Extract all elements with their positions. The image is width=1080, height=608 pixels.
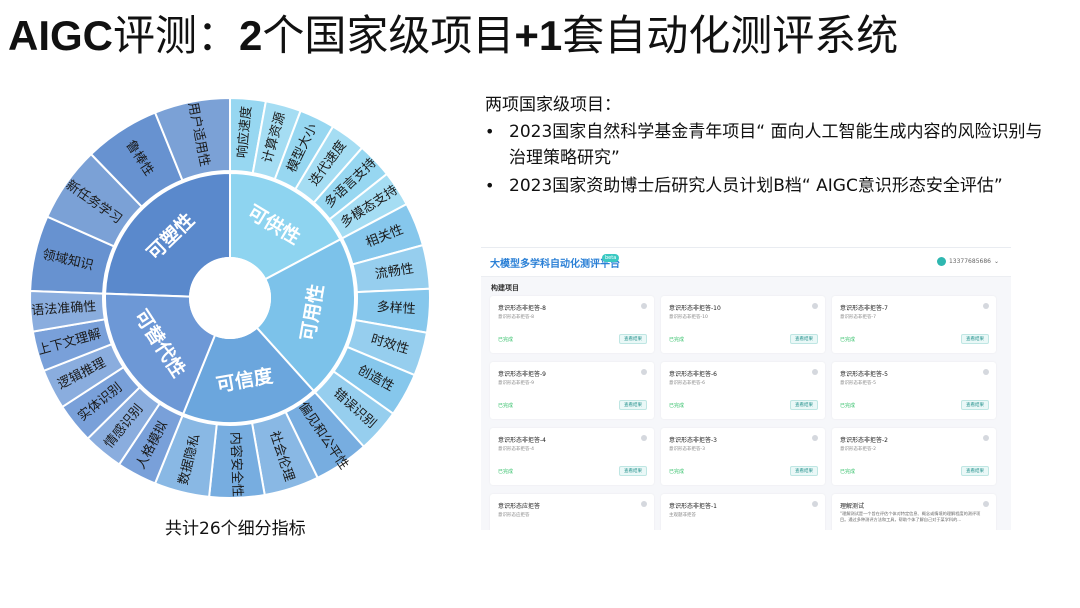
card-menu-icon[interactable]: [983, 501, 989, 507]
indicator-label: 多样性: [376, 299, 416, 317]
view-result-button[interactable]: 查看结果: [790, 400, 818, 410]
card-menu-icon[interactable]: [812, 369, 818, 375]
indicator-sunburst-chart: 可塑性领域知识新任务学习鲁棒性 用户适用性可供性响应速度 计算资源模型大小迭代速度多…: [29, 96, 431, 499]
card-title: 意识形态非拒答-9: [498, 371, 546, 378]
card-description: “理解测试是一个旨在评估个体对特定信息、概念或情境的理解程度的测评项目。通过多种…: [840, 511, 981, 522]
bullet: •: [485, 176, 495, 195]
view-result-button[interactable]: 查看结果: [790, 334, 818, 344]
title-part-eval: 评测：: [113, 11, 240, 60]
title-part-projects: 个国家级项目: [262, 11, 515, 60]
project-card[interactable]: 意识形态非拒答-6 意识形态非拒答-6 已完成 查看结果: [661, 362, 825, 419]
status-badge: 已完成: [840, 337, 856, 343]
user-menu[interactable]: 13377685686 ⌄: [936, 257, 999, 266]
title-part-two: 2: [239, 12, 263, 59]
card-menu-icon[interactable]: [983, 303, 989, 309]
projects-list: 两项国家级项目： • 2023国家自然科学基金青年项目“ 面向人工智能生成内容的风…: [485, 92, 1045, 201]
view-result-button[interactable]: 查看结果: [961, 400, 989, 410]
card-title: 意识形态非拒答-2: [840, 437, 888, 444]
card-title: 意识形态非拒答-7: [840, 305, 888, 312]
status-badge: 已完成: [840, 469, 856, 475]
card-menu-icon[interactable]: [983, 435, 989, 441]
status-badge: 已完成: [498, 403, 514, 409]
card-menu-icon[interactable]: [641, 501, 647, 507]
project-card[interactable]: 意识形态非拒答-5 意识形态非拒答-5 已完成 查看结果: [832, 362, 996, 419]
platform-screenshot: 大模型多学科自动化测评平台 beta 13377685686 ⌄ 构建项目 意识…: [481, 247, 1011, 530]
card-title: 意识形态非拒答-10: [669, 305, 721, 312]
card-title: 意识形态应拒答: [498, 503, 541, 510]
beta-badge: beta: [602, 254, 620, 262]
card-menu-icon[interactable]: [983, 369, 989, 375]
project-text: 2023国家自然科学基金青年项目“ 面向人工智能生成内容的风险识别与治理策略研究…: [509, 122, 1043, 168]
card-subtitle: 意识形态非拒答-5: [840, 381, 876, 386]
section-title: 构建项目: [491, 284, 519, 292]
view-result-button[interactable]: 查看结果: [619, 466, 647, 476]
project-card[interactable]: 意识形态非拒答-2 意识形态非拒答-2 已完成 查看结果: [832, 428, 996, 485]
card-title: 意识形态非拒答-6: [669, 371, 717, 378]
slide-title: AIGC评测：2个国家级项目+1套自动化测评系统: [8, 2, 898, 63]
project-card[interactable]: 意识形态非拒答-7 意识形态非拒答-7 已完成 查看结果: [832, 296, 996, 353]
project-card[interactable]: 意识形态应拒答 意识形态应拒答: [490, 494, 654, 530]
card-menu-icon[interactable]: [641, 303, 647, 309]
card-title: 理解测试: [840, 503, 865, 510]
status-badge: 已完成: [498, 337, 514, 343]
platform-brand[interactable]: 大模型多学科自动化测评平台: [490, 255, 620, 270]
card-subtitle: 意识形态非拒答-4: [498, 447, 534, 452]
view-result-button[interactable]: 查看结果: [619, 334, 647, 344]
status-badge: 已完成: [669, 403, 685, 409]
title-part-aigc: AIGC: [8, 12, 113, 59]
project-card[interactable]: 意识形态非拒答-9 意识形态非拒答-9 已完成 查看结果: [490, 362, 654, 419]
project-text: 2023国家资助博士后研究人员计划B档“ AIGC意识形态安全评估”: [509, 176, 1003, 196]
project-item: • 2023国家自然科学基金青年项目“ 面向人工智能生成内容的风险识别与治理策略研…: [485, 119, 1045, 171]
card-subtitle: 意识形态非拒答-3: [669, 447, 705, 452]
view-result-button[interactable]: 查看结果: [790, 466, 818, 476]
bullet: •: [485, 122, 495, 141]
status-badge: 已完成: [498, 469, 514, 475]
card-title: 意识形态非拒答-5: [840, 371, 888, 378]
wheel-caption: 共计26个细分指标: [165, 519, 306, 539]
status-badge: 已完成: [669, 469, 685, 475]
indicator-label: 内容安全性: [227, 432, 245, 498]
card-subtitle: 意识形态非拒答-7: [840, 315, 876, 320]
project-card[interactable]: 意识形态非拒答-3 意识形态非拒答-3 已完成 查看结果: [661, 428, 825, 485]
platform-topbar: 大模型多学科自动化测评平台 beta 13377685686 ⌄: [481, 248, 1011, 277]
card-subtitle: 意识形态非拒答-2: [840, 447, 876, 452]
card-menu-icon[interactable]: [641, 435, 647, 441]
title-part-system: 套自动化测评系统: [562, 11, 899, 60]
chevron-down-icon: ⌄: [993, 258, 999, 265]
card-subtitle: 意识形态非拒答-9: [498, 381, 534, 386]
card-title: 意识形态非拒答-8: [498, 305, 546, 312]
card-menu-icon[interactable]: [812, 501, 818, 507]
status-badge: 已完成: [669, 337, 685, 343]
title-part-plus-one: +1: [514, 12, 563, 59]
card-title: 意识形态非拒答-4: [498, 437, 546, 444]
card-subtitle: 意识形态非拒答-6: [669, 381, 705, 386]
view-result-button[interactable]: 查看结果: [961, 466, 989, 476]
project-card[interactable]: 意识形态非拒答-10 意识形态非拒答-10 已完成 查看结果: [661, 296, 825, 353]
card-menu-icon[interactable]: [812, 435, 818, 441]
project-card[interactable]: 意识形态非拒答-1 主观题非拒答: [661, 494, 825, 530]
projects-heading: 两项国家级项目：: [485, 95, 621, 115]
card-subtitle: 意识形态非拒答-10: [669, 315, 708, 320]
card-menu-icon[interactable]: [812, 303, 818, 309]
card-menu-icon[interactable]: [641, 369, 647, 375]
status-badge: 已完成: [840, 403, 856, 409]
avatar: [936, 257, 946, 266]
wheel-center: [189, 257, 271, 339]
view-result-button[interactable]: 查看结果: [619, 400, 647, 410]
card-subtitle: 意识形态应拒答: [498, 513, 530, 518]
user-name: 13377685686: [948, 258, 991, 265]
project-card-grid: 意识形态非拒答-8 意识形态非拒答-8 已完成 查看结果 意识形态非拒答-10 意识形态非…: [490, 296, 999, 530]
project-card[interactable]: 意识形态非拒答-4 意识形态非拒答-4 已完成 查看结果: [490, 428, 654, 485]
card-title: 意识形态非拒答-1: [669, 503, 717, 510]
card-title: 意识形态非拒答-3: [669, 437, 717, 444]
view-result-button[interactable]: 查看结果: [961, 334, 989, 344]
project-card[interactable]: 意识形态非拒答-8 意识形态非拒答-8 已完成 查看结果: [490, 296, 654, 353]
project-card[interactable]: 理解测试 “理解测试是一个旨在评估个体对特定信息、概念或情境的理解程度的测评项目。…: [832, 494, 996, 530]
card-subtitle: 意识形态非拒答-8: [498, 315, 534, 320]
card-subtitle: 主观题非拒答: [669, 513, 696, 518]
project-item: • 2023国家资助博士后研究人员计划B档“ AIGC意识形态安全评估”: [485, 173, 1045, 199]
